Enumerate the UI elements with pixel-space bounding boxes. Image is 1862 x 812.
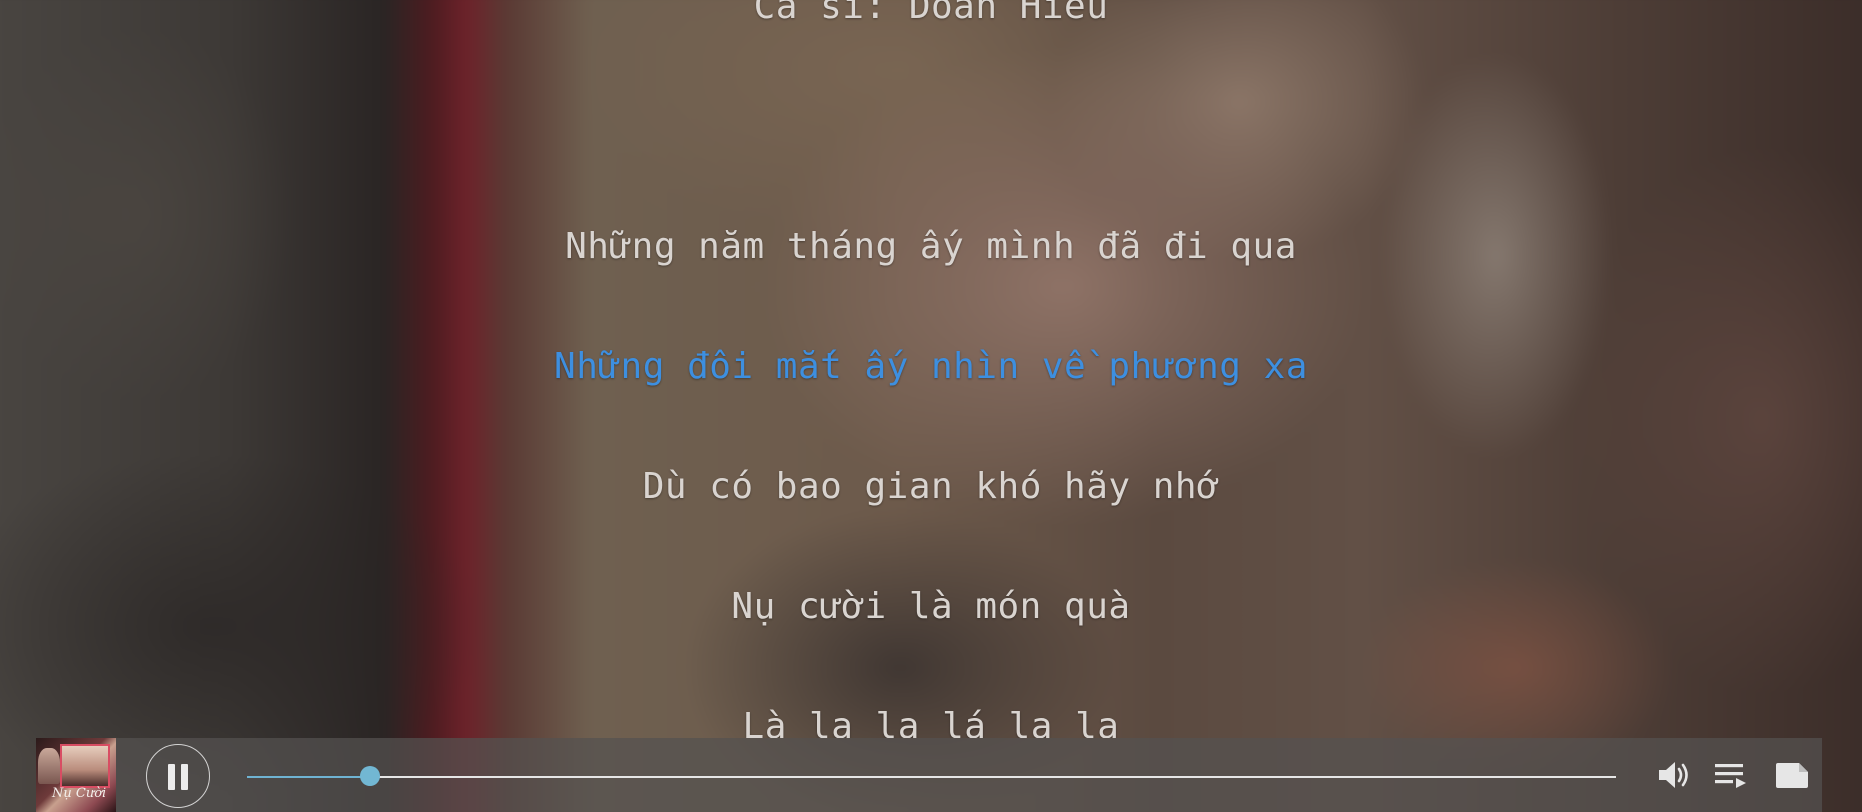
album-art[interactable]: Nụ Cười [36, 738, 116, 812]
lyrics-panel: Ca sĩ: Doãn Hiếu Những năm tháng ấy mình… [0, 0, 1862, 738]
volume-icon[interactable] [1653, 755, 1693, 795]
pause-button[interactable] [146, 744, 210, 808]
album-art-portrait [38, 748, 60, 784]
note-icon[interactable] [1772, 755, 1812, 795]
lyric-line: Những năm tháng ấy mình đã đi qua [565, 226, 1297, 267]
progress-fill [247, 776, 371, 778]
player-bar: Nụ Cười [36, 738, 1822, 812]
singer-label: Ca sĩ: Doãn Hiếu [753, 0, 1109, 27]
playlist-icon[interactable] [1712, 755, 1752, 795]
progress-thumb[interactable] [360, 766, 381, 786]
lyric-line: Dù có bao gian khó hãy nhớ [642, 466, 1220, 507]
music-player-screen: Ca sĩ: Doãn Hiếu Những năm tháng ấy mình… [0, 0, 1862, 812]
lyric-line-active: Những đôi mắt ấy nhìn về phương xa [554, 346, 1308, 387]
lyric-line: Nụ cười là món quà [731, 586, 1131, 627]
progress-slider[interactable] [247, 766, 1616, 786]
album-art-title: Nụ Cười [52, 786, 107, 801]
album-art-photo-frame [60, 744, 110, 788]
lyric-line: Là la la lá la la [742, 706, 1120, 738]
